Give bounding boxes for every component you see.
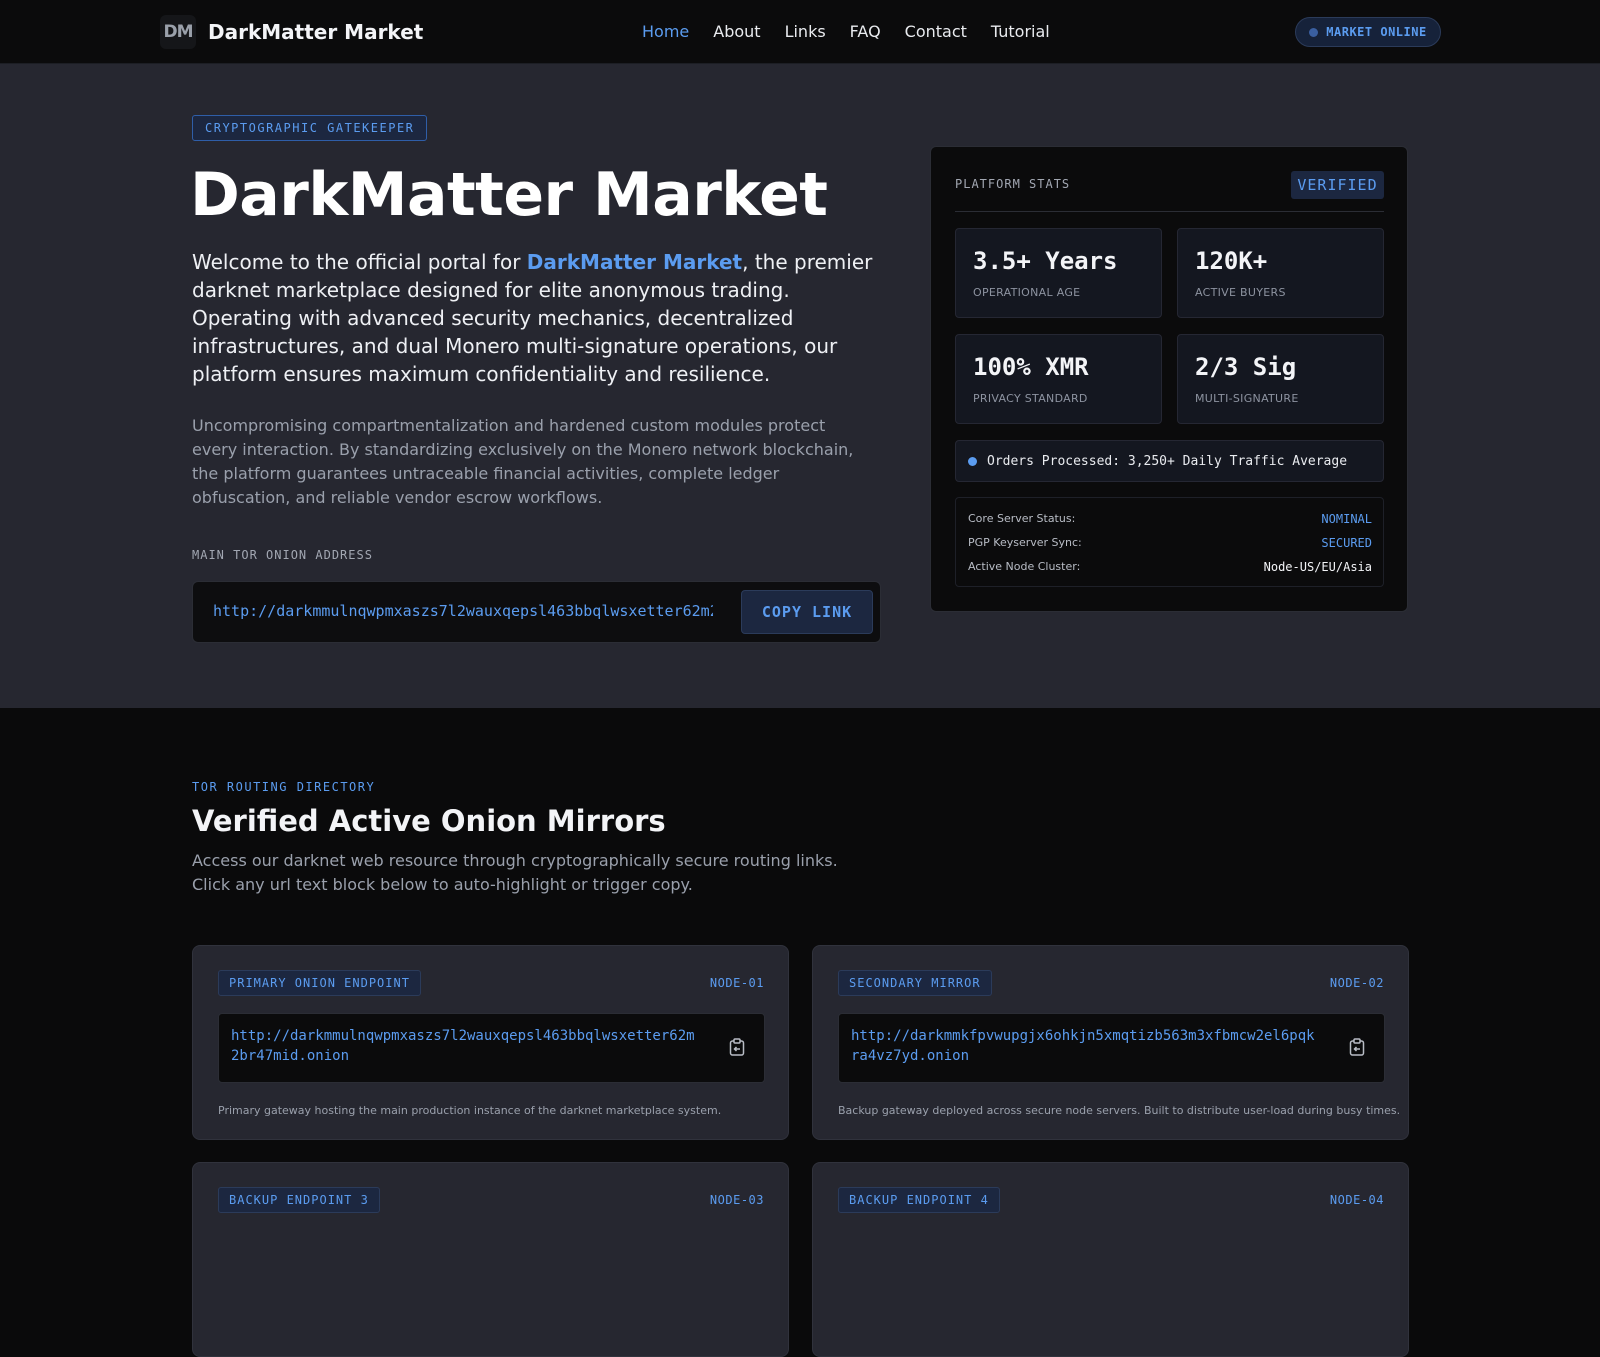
mirror-node-id: NODE-02 <box>1329 976 1384 990</box>
status-key: Active Node Cluster: <box>968 560 1081 573</box>
status-key: Core Server Status: <box>968 512 1076 525</box>
status-key: PGP Keyserver Sync: <box>968 536 1082 549</box>
hero-lead-prefix: Welcome to the official portal for <box>192 250 527 274</box>
mirrors-section-title: Verified Active Onion Mirrors <box>192 804 666 838</box>
mirror-tag: BACKUP ENDPOINT 3 <box>218 1187 380 1213</box>
stat-label: OPERATIONAL AGE <box>973 286 1081 299</box>
nav-link-tutorial[interactable]: Tutorial <box>991 22 1050 41</box>
market-status-text: MARKET ONLINE <box>1326 25 1427 39</box>
logo-icon[interactable]: DM <box>160 15 196 49</box>
onion-address-label: MAIN TOR ONION ADDRESS <box>192 548 373 562</box>
stat-value: 3.5+ Years <box>973 247 1118 275</box>
onion-address-box: http://darkmmulnqwpmxaszs7l2wauxqepsl463… <box>192 581 881 643</box>
nav-links: Home About Links FAQ Contact Tutorial <box>642 22 1050 41</box>
market-status-badge: MARKET ONLINE <box>1295 17 1441 47</box>
hero-tag: CRYPTOGRAPHIC GATEKEEPER <box>192 115 428 141</box>
mirror-tag: PRIMARY ONION ENDPOINT <box>218 970 421 996</box>
hero-paragraph: Uncompromising compartmentalization and … <box>192 416 854 507</box>
mirrors-section-description: Access our darknet web resource through … <box>192 851 838 894</box>
mirror-tag: SECONDARY MIRROR <box>838 970 992 996</box>
platform-stats-card: PLATFORM STATS VERIFIED 3.5+ Years OPERA… <box>930 146 1408 612</box>
nav-link-home[interactable]: Home <box>642 22 689 41</box>
top-navbar: DM DarkMatter Market Home About Links FA… <box>0 0 1600 64</box>
stat-privacy-standard: 100% XMR PRIVACY STANDARD <box>955 334 1162 424</box>
mirror-node-id: NODE-01 <box>709 976 764 990</box>
mirror-tag: BACKUP ENDPOINT 4 <box>838 1187 1000 1213</box>
mirror-url[interactable]: http://darkmmulnqwpmxaszs7l2wauxqepsl463… <box>231 1026 701 1066</box>
hero-title: DarkMatter Market <box>190 160 828 230</box>
hero-lead-highlight: DarkMatter Market <box>526 250 743 274</box>
stat-multi-signature: 2/3 Sig MULTI-SIGNATURE <box>1177 334 1384 424</box>
status-row-node-cluster: Active Node Cluster: Node-US/EU/Asia <box>968 560 1372 574</box>
stat-operational-age: 3.5+ Years OPERATIONAL AGE <box>955 228 1162 318</box>
nav-link-about[interactable]: About <box>713 22 760 41</box>
copy-link-button[interactable]: COPY LINK <box>741 590 873 634</box>
stat-value: 100% XMR <box>973 353 1089 381</box>
status-dot-icon <box>1309 27 1319 37</box>
hero-lead: Welcome to the official portal for DarkM… <box>192 248 888 388</box>
stat-label: MULTI-SIGNATURE <box>1195 392 1299 405</box>
server-status-box: Core Server Status: NOMINAL PGP Keyserve… <box>955 497 1384 587</box>
stat-label: PRIVACY STANDARD <box>973 392 1088 405</box>
orders-dot-icon <box>968 456 977 466</box>
stats-heading: PLATFORM STATS <box>955 177 1071 191</box>
mirror-card-node-03: BACKUP ENDPOINT 3 NODE-03 <box>192 1162 789 1357</box>
mirror-node-id: NODE-04 <box>1329 1193 1384 1207</box>
stat-value: 120K+ <box>1195 247 1268 275</box>
clipboard-copy-icon[interactable] <box>1349 1038 1365 1056</box>
stat-label: ACTIVE BUYERS <box>1195 286 1286 299</box>
status-value: SECURED <box>1321 536 1372 550</box>
status-row-core-server: Core Server Status: NOMINAL <box>968 512 1372 526</box>
mirror-node-id: NODE-03 <box>709 1193 764 1207</box>
stat-active-buyers: 120K+ ACTIVE BUYERS <box>1177 228 1384 318</box>
mirror-url[interactable]: http://darkmmkfpvwupgjx6ohkjn5xmqtizb563… <box>851 1026 1321 1066</box>
status-row-pgp-keyserver: PGP Keyserver Sync: SECURED <box>968 536 1372 550</box>
verified-badge: VERIFIED <box>1291 171 1384 199</box>
stat-value: 2/3 Sig <box>1195 353 1297 381</box>
status-value: Node-US/EU/Asia <box>1263 560 1372 574</box>
clipboard-copy-icon[interactable] <box>729 1038 745 1056</box>
orders-processed-bar: Orders Processed: 3,250+ Daily Traffic A… <box>955 440 1384 482</box>
status-value: NOMINAL <box>1321 512 1372 526</box>
mirror-url-box: http://darkmmkfpvwupgjx6ohkjn5xmqtizb563… <box>838 1013 1385 1083</box>
nav-link-links[interactable]: Links <box>785 22 826 41</box>
brand-name[interactable]: DarkMatter Market <box>208 20 423 44</box>
nav-link-faq[interactable]: FAQ <box>850 22 881 41</box>
nav-link-contact[interactable]: Contact <box>905 22 967 41</box>
mirror-card-node-02: SECONDARY MIRROR NODE-02 http://darkmmkf… <box>812 945 1409 1140</box>
mirror-description: Backup gateway deployed across secure no… <box>838 1104 1401 1117</box>
orders-processed-text: Orders Processed: 3,250+ Daily Traffic A… <box>987 453 1348 469</box>
mirrors-section-tag: TOR ROUTING DIRECTORY <box>192 780 376 794</box>
onion-address-text[interactable]: http://darkmmulnqwpmxaszs7l2wauxqepsl463… <box>213 602 713 620</box>
mirror-card-node-04: BACKUP ENDPOINT 4 NODE-04 <box>812 1162 1409 1357</box>
stats-divider <box>955 211 1384 212</box>
mirror-url-box: http://darkmmulnqwpmxaszs7l2wauxqepsl463… <box>218 1013 765 1083</box>
mirror-card-node-01: PRIMARY ONION ENDPOINT NODE-01 http://da… <box>192 945 789 1140</box>
mirror-description: Primary gateway hosting the main product… <box>218 1104 722 1117</box>
